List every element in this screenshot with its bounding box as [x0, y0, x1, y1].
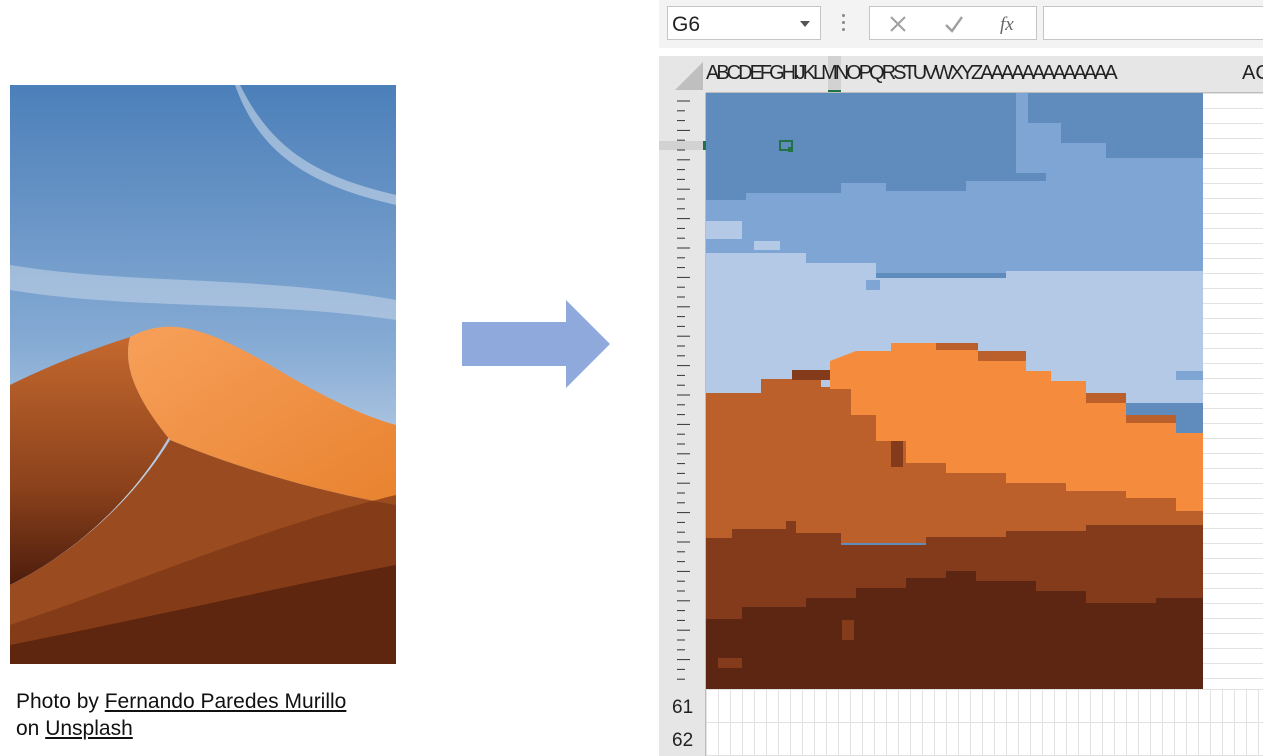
- credit-middle: on: [16, 717, 46, 740]
- column-letters[interactable]: ABCDEFGHIJKLMNOPQRSTUVWXYZAAAAAAAAAAAAA: [706, 62, 1118, 85]
- empty-cells-bottom[interactable]: [706, 689, 1263, 756]
- pixel-cloud: [706, 221, 742, 239]
- checkmark-icon[interactable]: [942, 12, 966, 36]
- column-header[interactable]: ABCDEFGHIJKLMNOPQRSTUVWXYZAAAAAAAAAAAAA …: [706, 56, 1263, 93]
- pixel-cloud: [754, 241, 780, 250]
- fx-icon[interactable]: fx: [998, 12, 1022, 36]
- unsplash-link[interactable]: Unsplash: [45, 717, 133, 740]
- pixel-dark-spot: [842, 620, 854, 640]
- pixel-dark-spot: [792, 370, 830, 380]
- formula-buttons: fx: [869, 6, 1037, 40]
- source-photo: [10, 85, 396, 664]
- formula-input[interactable]: [1043, 6, 1263, 40]
- name-box-value: G6: [672, 13, 701, 36]
- credit-prefix: Photo by: [16, 690, 105, 713]
- row-number[interactable]: 61: [672, 697, 693, 719]
- photo-credit: Photo by Fernando Paredes Murillo on Uns…: [16, 688, 416, 742]
- empty-cells-right[interactable]: [1203, 93, 1263, 689]
- drag-handle-icon[interactable]: [842, 14, 846, 34]
- sheet-grid[interactable]: ABCDEFGHIJKLMNOPQRSTUVWXYZAAAAAAAAAAAAA …: [659, 56, 1263, 756]
- right-arrow-icon: [462, 300, 610, 388]
- chevron-down-icon[interactable]: [800, 21, 810, 27]
- desert-dune-photo: [10, 85, 396, 664]
- row-number-ticks: [677, 100, 690, 680]
- select-all-corner[interactable]: [659, 56, 706, 93]
- svg-text:fx: fx: [1000, 14, 1014, 35]
- pixel-dark-spot: [891, 441, 903, 467]
- pixel-dark-spot: [718, 658, 742, 668]
- author-link[interactable]: Fernando Paredes Murillo: [105, 690, 347, 713]
- pixel-sky-speck: [1176, 371, 1203, 380]
- formula-bar: G6 fx: [659, 0, 1263, 48]
- pixel-sky-speck: [866, 280, 880, 290]
- cross-icon[interactable]: [886, 12, 910, 36]
- excel-window: G6 fx ABCDEFGHIJKLMNOPQRSTUVWXYZAAAAAAAA…: [659, 0, 1263, 756]
- row-number[interactable]: 62: [672, 730, 693, 752]
- row-header[interactable]: 61 62: [659, 93, 706, 756]
- pixel-art-image: [706, 93, 1203, 689]
- fill-handle[interactable]: [788, 147, 793, 152]
- name-box[interactable]: G6: [667, 6, 821, 40]
- column-letter-far[interactable]: AC: [1242, 62, 1263, 85]
